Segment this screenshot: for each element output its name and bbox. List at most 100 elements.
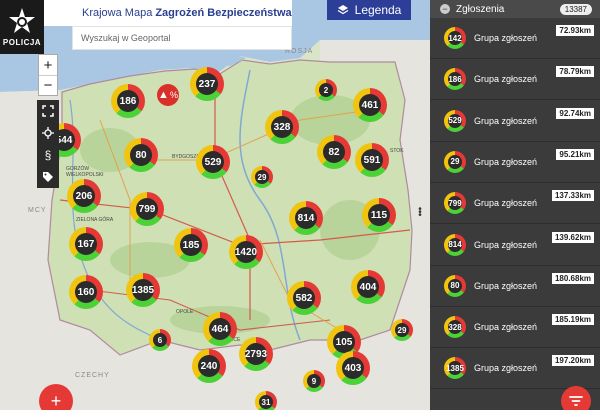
group-cluster-icon: 814 xyxy=(444,233,466,256)
cluster-count: 206 xyxy=(73,185,95,207)
map-cluster-marker[interactable]: 206 xyxy=(67,179,101,213)
country-label-germany: MCY xyxy=(28,207,47,214)
report-group-item[interactable]: 142 Grupa zgłoszeń 72.93km xyxy=(430,18,600,59)
map-cluster-marker[interactable]: 461 xyxy=(353,88,387,122)
cluster-count: 1420 xyxy=(235,241,257,263)
group-distance: 95.21km xyxy=(556,148,594,160)
cluster-count: 328 xyxy=(271,116,293,138)
map-cluster-marker[interactable]: 240 xyxy=(192,349,226,383)
cluster-count: 2793 xyxy=(245,343,267,365)
group-count: 186 xyxy=(448,72,462,87)
cluster-count: 186 xyxy=(117,90,139,112)
cluster-count: 31 xyxy=(259,395,273,409)
report-group-item[interactable]: 1385 Grupa zgłoszeń 197.20km xyxy=(430,348,600,390)
map-cluster-marker[interactable]: 80 xyxy=(124,138,158,172)
add-report-button[interactable]: + xyxy=(39,384,73,410)
map-cluster-marker[interactable]: 237 xyxy=(190,67,224,101)
reports-panel-title: Zgłoszenia xyxy=(456,3,505,15)
group-distance: 185.19km xyxy=(551,314,594,326)
group-cluster-icon: 80 xyxy=(444,274,466,297)
reports-panel-header[interactable]: − Zgłoszenia 13387 xyxy=(430,0,600,18)
app-title-regular: Krajowa Mapa xyxy=(82,7,153,19)
city-label-opole: OPOLE xyxy=(176,309,194,315)
reports-count-badge: 13387 xyxy=(559,3,592,15)
group-distance: 197.20km xyxy=(551,355,594,367)
cluster-count: 591 xyxy=(361,149,383,171)
map-cluster-marker[interactable]: 31 xyxy=(255,391,277,410)
map-cluster-marker[interactable]: 591 xyxy=(355,143,389,177)
map-cluster-marker[interactable]: 814 xyxy=(289,201,323,235)
group-cluster-icon: 142 xyxy=(444,27,466,49)
map-cluster-marker[interactable]: 6 xyxy=(149,329,171,351)
cluster-count: 160 xyxy=(75,281,97,303)
map-cluster-marker[interactable]: 82 xyxy=(317,135,351,169)
group-count: 814 xyxy=(448,237,462,252)
zoom-in-button[interactable]: + xyxy=(39,55,57,75)
alcohol-poi-marker[interactable]: ▲ % xyxy=(157,84,179,106)
map-cluster-marker[interactable]: 167 xyxy=(69,227,103,261)
map-cluster-marker[interactable]: 404 xyxy=(351,270,385,304)
report-group-item[interactable]: 80 Grupa zgłoszeń 180.68km xyxy=(430,266,600,307)
zoom-control: + − xyxy=(38,54,58,96)
city-label-gorzow: GORZÓW WIELKOPOLSKI xyxy=(66,166,104,178)
map-cluster-marker[interactable]: 328 xyxy=(265,110,299,144)
logo-text: POLICJA xyxy=(2,38,42,47)
report-group-item[interactable]: 529 Grupa zgłoszeń 92.74km xyxy=(430,101,600,142)
group-label: Grupa zgłoszeń xyxy=(474,322,538,333)
zoom-out-button[interactable]: − xyxy=(39,75,57,95)
filter-icon xyxy=(569,396,583,406)
tags-button[interactable] xyxy=(37,166,59,188)
group-cluster-icon: 29 xyxy=(444,150,466,173)
cluster-count: 461 xyxy=(359,94,381,116)
group-label: Grupa zgłoszeń xyxy=(474,115,538,126)
cluster-count: 29 xyxy=(255,170,269,184)
police-logo[interactable]: POLICJA xyxy=(0,0,44,54)
map-tools: § xyxy=(37,100,59,188)
legal-button[interactable]: § xyxy=(37,144,59,166)
report-group-item[interactable]: 186 Grupa zgłoszeń 78.79km xyxy=(430,59,600,101)
map-cluster-marker[interactable]: 529 xyxy=(196,145,230,179)
locate-button[interactable] xyxy=(37,122,59,144)
group-count: 799 xyxy=(448,196,462,211)
map-view[interactable]: ROSJA CZECHY MCY GORZÓW WIELKOPOLSKI ZIE… xyxy=(0,0,430,410)
plus-icon: + xyxy=(50,390,62,410)
cluster-count: 1385 xyxy=(132,279,154,301)
map-cluster-marker[interactable]: 115 xyxy=(362,198,396,232)
filter-button[interactable] xyxy=(561,386,591,410)
map-cluster-marker[interactable]: 160 xyxy=(69,275,103,309)
map-cluster-marker[interactable]: 1420 xyxy=(229,235,263,269)
map-cluster-marker[interactable]: 2 xyxy=(315,79,337,101)
report-group-item[interactable]: 29 Grupa zgłoszeń 95.21km xyxy=(430,142,600,183)
group-label: Grupa zgłoszeń xyxy=(474,33,538,43)
collapse-icon[interactable]: − xyxy=(440,4,450,14)
group-cluster-icon: 1385 xyxy=(444,357,466,380)
map-cluster-marker[interactable]: 464 xyxy=(203,312,237,346)
map-cluster-marker[interactable]: 9 xyxy=(303,370,325,392)
paragraph-icon: § xyxy=(44,148,52,162)
cluster-count: 82 xyxy=(323,141,345,163)
map-cluster-marker[interactable]: 403 xyxy=(336,351,370,385)
group-label: Grupa zgłoszeń xyxy=(474,198,538,209)
report-group-item[interactable]: 814 Grupa zgłoszeń 139.62km xyxy=(430,225,600,266)
map-cluster-marker[interactable]: 185 xyxy=(174,228,208,262)
map-cluster-marker[interactable]: 29 xyxy=(391,319,413,341)
map-cluster-marker[interactable]: 186 xyxy=(111,84,145,118)
map-cluster-marker[interactable]: 2793 xyxy=(239,337,273,371)
fullscreen-button[interactable] xyxy=(37,100,59,122)
group-count: 1385 xyxy=(446,361,464,376)
report-group-item[interactable]: 328 Grupa zgłoszeń 185.19km xyxy=(430,307,600,349)
group-count: 29 xyxy=(448,154,462,169)
group-cluster-icon: 529 xyxy=(444,109,466,132)
cluster-count: 80 xyxy=(130,144,152,166)
map-cluster-marker[interactable]: 29 xyxy=(251,166,273,188)
report-group-item[interactable]: 799 Grupa zgłoszeń 137.33km xyxy=(430,183,600,225)
geoportal-search-input[interactable] xyxy=(72,26,292,50)
map-cluster-marker[interactable]: 1385 xyxy=(126,273,160,307)
map-cluster-marker[interactable]: 799 xyxy=(130,192,164,226)
cluster-count: 2 xyxy=(319,83,333,97)
group-cluster-icon: 186 xyxy=(444,68,466,91)
cluster-count: 115 xyxy=(368,204,390,226)
legend-button[interactable]: Legenda xyxy=(327,0,411,20)
map-cluster-marker[interactable]: 582 xyxy=(287,281,321,315)
panel-resize-handle[interactable]: • • • xyxy=(418,205,422,221)
